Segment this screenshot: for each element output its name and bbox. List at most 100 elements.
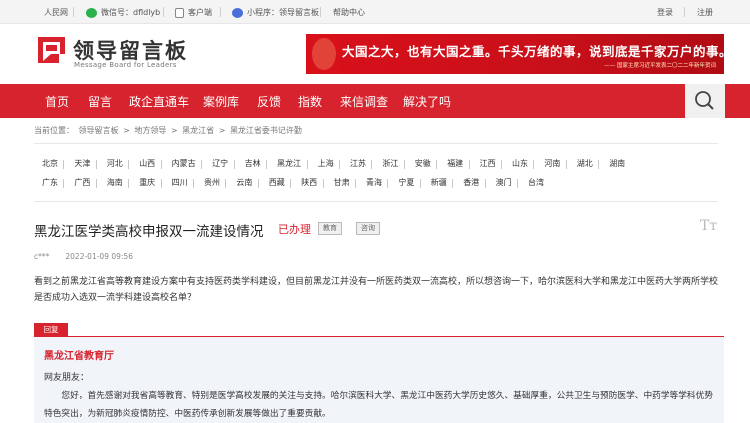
- reply-box: 黑龙江省教育厅 网友朋友： 您好，首先感谢对我省高等教育、特别是医学高校发展的关…: [34, 336, 724, 423]
- region-divider: [306, 160, 308, 169]
- region-divider: [501, 160, 502, 169]
- region-link[interactable]: 云南: [236, 176, 252, 190]
- help-link[interactable]: 帮助中心: [333, 7, 365, 18]
- search-icon: [695, 91, 714, 110]
- client-link[interactable]: 客户端: [175, 7, 212, 18]
- top-utility-bar: 人民网 微信号：dfldlyb 客户端 小程序：领导留言板 帮助中心 登录 注册: [0, 0, 750, 24]
- nav-feedback[interactable]: 反馈: [257, 93, 281, 110]
- region-divider: [355, 179, 356, 188]
- nav-home[interactable]: 首页: [45, 93, 69, 110]
- region-link[interactable]: 河北: [107, 157, 123, 171]
- region-link[interactable]: 辽宁: [212, 157, 228, 171]
- divider: [320, 7, 321, 17]
- region-divider: [63, 179, 65, 188]
- register-link[interactable]: 注册: [697, 7, 713, 18]
- wechat-icon: [86, 7, 97, 18]
- region-link[interactable]: 海南: [107, 176, 123, 190]
- logo-icon[interactable]: [37, 34, 69, 66]
- breadcrumb-item[interactable]: 黑龙江省: [182, 126, 214, 135]
- nav-message[interactable]: 留言: [88, 93, 112, 110]
- region-link[interactable]: 澳门: [496, 176, 512, 190]
- region-link[interactable]: 上海: [318, 157, 334, 171]
- region-divider: [565, 160, 567, 169]
- people-link[interactable]: 人民网: [44, 7, 68, 18]
- nav-survey[interactable]: 来信调查: [340, 93, 388, 110]
- miniapp-link[interactable]: 小程序：领导留言板: [232, 7, 319, 18]
- font-size-icon[interactable]: Tт: [700, 218, 717, 234]
- region-link[interactable]: 安徽: [415, 157, 431, 171]
- breadcrumb-item[interactable]: 领导留言板: [79, 126, 119, 135]
- region-link[interactable]: 重庆: [139, 176, 155, 190]
- tag-consult[interactable]: 咨询: [356, 222, 380, 235]
- miniapp-label: 小程序：领导留言板: [247, 8, 319, 17]
- divider: [163, 7, 164, 17]
- region-link[interactable]: 天津: [74, 157, 90, 171]
- region-selector: 北京 天津 河北 山西 内蒙古 辽宁 吉林 黑龙江 上海 江苏 浙江 安徽 福建 江西 山东 河南 湖北 湖南 广…: [34, 151, 718, 201]
- region-link[interactable]: 四川: [172, 176, 188, 190]
- region-link[interactable]: 内蒙古: [172, 157, 196, 171]
- banner-attribution: —— 国家主席习近平发表二〇二二年新年贺词: [604, 63, 716, 69]
- breadcrumb-label: 当前位置：: [34, 126, 74, 135]
- login-link[interactable]: 登录: [657, 7, 673, 18]
- people-link-label: 人民网: [44, 8, 68, 17]
- region-link[interactable]: 广西: [74, 176, 90, 190]
- nav-resolved[interactable]: 解决了吗: [403, 93, 451, 110]
- breadcrumb-item[interactable]: 地方领导: [134, 126, 166, 135]
- region-divider: [371, 160, 373, 169]
- breadcrumb-sep: >: [123, 126, 130, 135]
- breadcrumb-sep: >: [170, 126, 178, 135]
- region-link[interactable]: 北京: [42, 157, 58, 171]
- region-divider: [403, 160, 405, 169]
- post-date: 2022-01-09 09:56: [65, 252, 133, 261]
- region-link[interactable]: 青海: [366, 176, 382, 190]
- region-divider: [436, 160, 438, 169]
- region-link[interactable]: 山东: [512, 157, 528, 171]
- banner-decoration: [312, 38, 336, 70]
- region-divider: [452, 179, 454, 188]
- region-link[interactable]: 新疆: [431, 176, 447, 190]
- help-label: 帮助中心: [333, 8, 365, 17]
- region-link[interactable]: 西藏: [269, 176, 285, 190]
- nav-enterprise[interactable]: 政企直通车: [129, 93, 189, 110]
- reply-organization: 黑龙江省教育厅: [44, 351, 114, 362]
- region-link[interactable]: 甘肃: [334, 176, 350, 190]
- region-link[interactable]: 吉林: [245, 157, 261, 171]
- region-link[interactable]: 湖南: [609, 157, 625, 171]
- region-link[interactable]: 陕西: [301, 176, 317, 190]
- region-link[interactable]: 河南: [544, 157, 560, 171]
- breadcrumb-item[interactable]: 黑龙江省委书记许勤: [230, 126, 302, 135]
- message-meta: c*** 2022-01-09 09:56: [34, 252, 133, 261]
- region-link[interactable]: 湖北: [577, 157, 593, 171]
- region-divider: [225, 179, 227, 188]
- region-link[interactable]: 山西: [139, 157, 155, 171]
- region-link[interactable]: 江苏: [350, 157, 366, 171]
- reply-tag: 回复: [34, 323, 68, 336]
- region-link[interactable]: 福建: [447, 157, 463, 171]
- region-divider: [63, 160, 65, 169]
- divider: [73, 7, 74, 17]
- reply-body: 您好，首先感谢对我省高等教育、特别是医学高校发展的关注与支持。哈尔滨医科大学、黑…: [44, 391, 713, 419]
- region-link[interactable]: 台湾: [528, 176, 544, 190]
- region-divider: [257, 179, 259, 188]
- region-divider: [598, 160, 600, 169]
- nav-cases[interactable]: 案例库: [203, 93, 239, 110]
- region-divider: [128, 179, 130, 188]
- tag-education[interactable]: 教育: [318, 222, 342, 235]
- region-link[interactable]: 浙江: [382, 157, 398, 171]
- region-link[interactable]: 宁夏: [398, 176, 414, 190]
- region-link[interactable]: 黑龙江: [277, 157, 301, 171]
- region-divider: [387, 179, 389, 188]
- region-link[interactable]: 贵州: [204, 176, 220, 190]
- promo-banner[interactable]: 大国之大，也有大国之重。千头万绪的事，说到底是千家万户的事。 —— 国家主席习近…: [306, 34, 724, 74]
- region-link[interactable]: 香港: [463, 176, 479, 190]
- region-link[interactable]: 江西: [480, 157, 496, 171]
- search-button[interactable]: [685, 84, 725, 118]
- wechat-link[interactable]: 微信号：dfldlyb: [86, 7, 160, 18]
- client-label: 客户端: [188, 8, 212, 17]
- region-divider: [95, 179, 97, 188]
- region-divider: [160, 179, 162, 188]
- nav-index[interactable]: 指数: [298, 93, 322, 110]
- banner-headline: 大国之大，也有大国之重。千头万绪的事，说到底是千家万户的事。: [342, 44, 724, 59]
- phone-icon: [175, 7, 184, 18]
- region-link[interactable]: 广东: [42, 176, 58, 190]
